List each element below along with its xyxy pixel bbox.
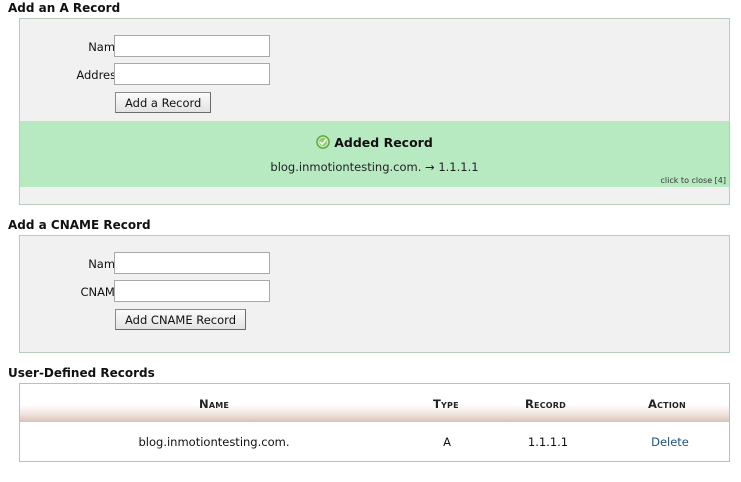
check-circle-icon (316, 135, 330, 149)
record-value-cell: 1.1.1.1 (527, 435, 569, 449)
delete-record-link[interactable]: Delete (651, 435, 689, 449)
notice-heading: Added Record (20, 135, 729, 150)
record-type-cell: A (443, 435, 451, 449)
user-records-section-title: User-Defined Records (8, 366, 155, 380)
a-record-address-input[interactable] (114, 63, 270, 85)
a-record-address-label: Address: (76, 68, 126, 82)
column-header-action: Action (648, 397, 686, 411)
record-action-cell: Delete (644, 435, 696, 449)
notice-detail: blog.inmotiontesting.com. → 1.1.1.1 (270, 160, 479, 174)
a-record-section-title: Add an A Record (8, 1, 121, 15)
cname-record-name-input[interactable] (114, 252, 270, 274)
column-header-record: Record (525, 397, 566, 411)
column-header-name: Name (199, 397, 230, 411)
cname-record-section-title: Add a CNAME Record (8, 218, 151, 232)
a-record-panel: Name: Address: Add a Record Added Record… (19, 18, 730, 205)
notice-close-link[interactable]: click to close [4] (661, 176, 726, 185)
add-a-record-button[interactable]: Add a Record (115, 92, 212, 113)
a-record-name-input[interactable] (114, 35, 270, 57)
records-table-header: Name Type Record Action (20, 384, 729, 422)
record-name-cell: blog.inmotiontesting.com. (138, 435, 290, 449)
cname-record-name-label: Name: (88, 257, 126, 271)
cname-record-cname-input[interactable] (114, 280, 270, 302)
cname-record-panel: Name: CNAME: Add CNAME Record (19, 235, 730, 353)
add-cname-record-button[interactable]: Add CNAME Record (115, 309, 246, 330)
notice-title: Added Record (334, 135, 433, 150)
column-header-type: Type (433, 397, 459, 411)
records-table: Name Type Record Action blog.inmotiontes… (19, 383, 730, 462)
a-record-name-label: Name: (88, 40, 126, 54)
added-record-notice[interactable]: Added Record blog.inmotiontesting.com. →… (20, 121, 729, 187)
cname-record-cname-label: CNAME: (80, 285, 126, 299)
